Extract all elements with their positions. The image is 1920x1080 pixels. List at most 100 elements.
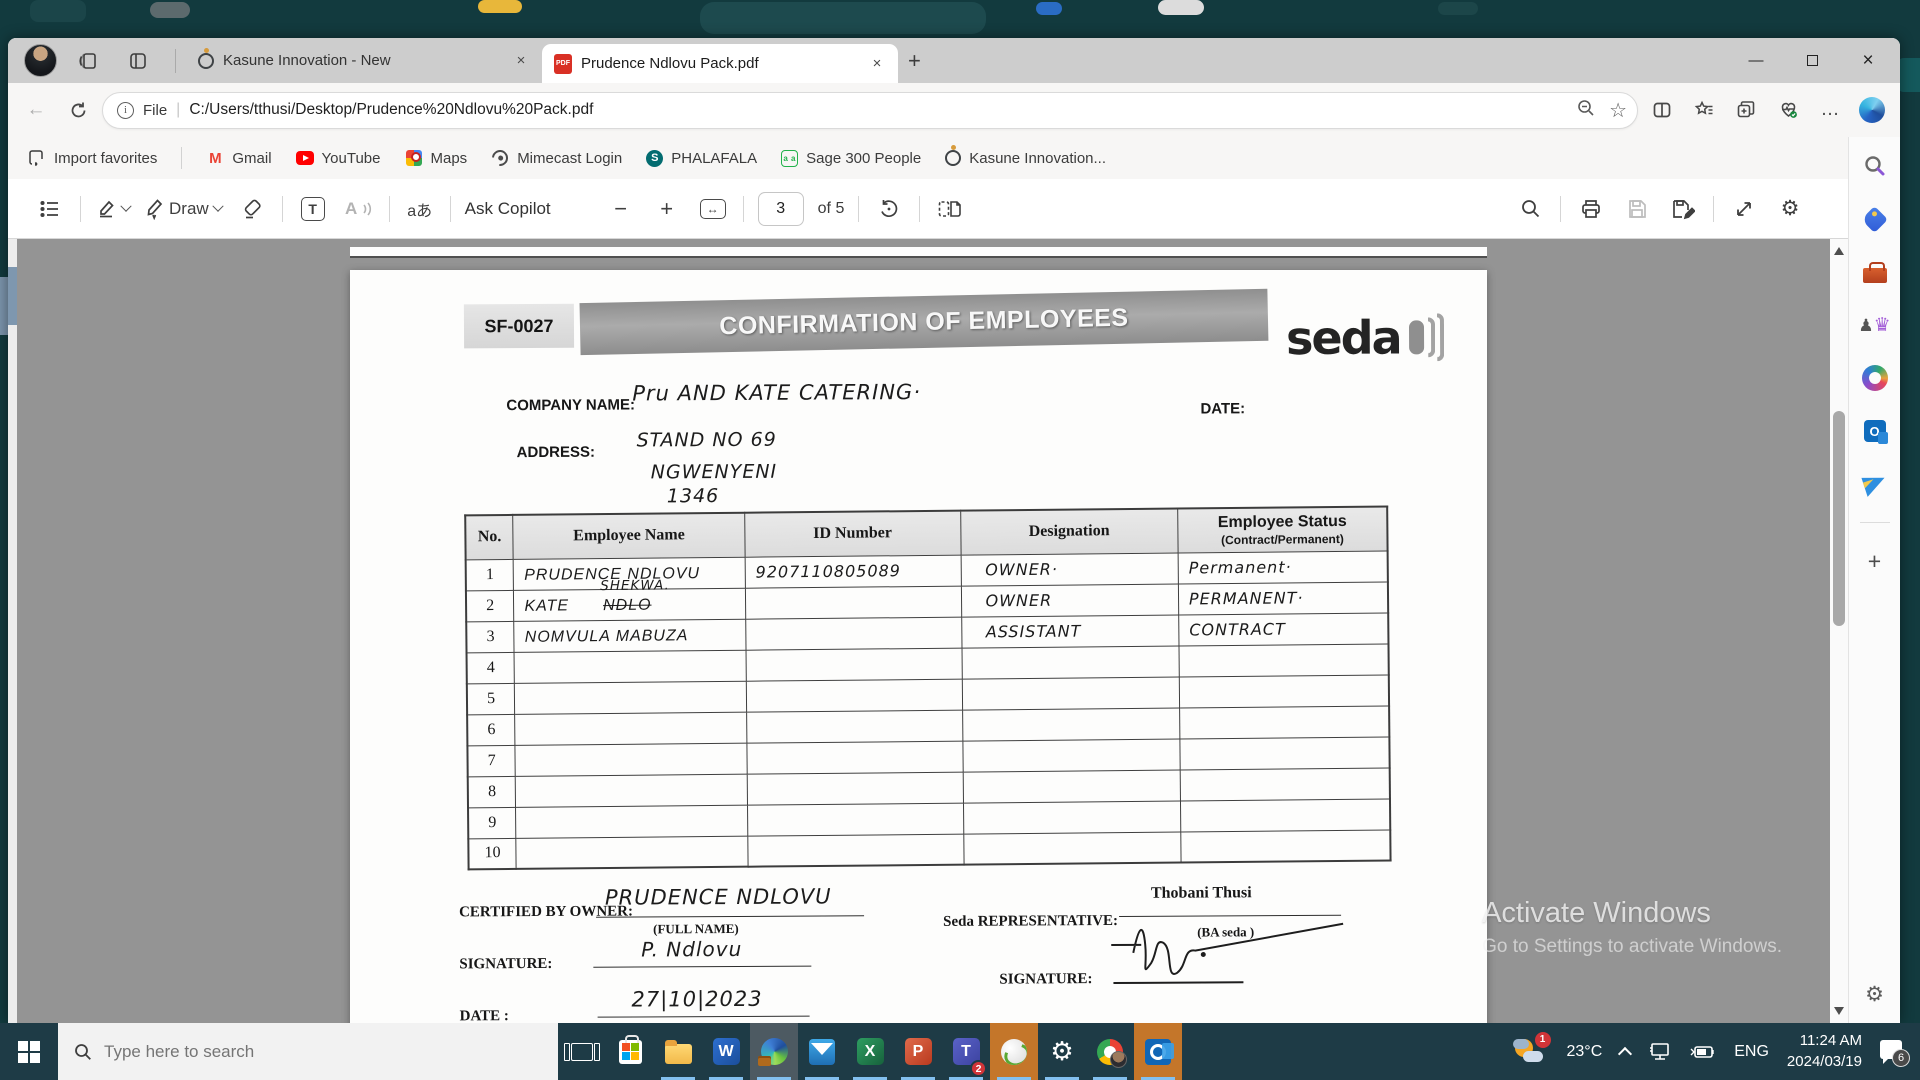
favorite-maps[interactable]: Maps [405,149,468,167]
browser-body: Import favorites M Gmail YouTube Maps [8,137,1900,1023]
temperature-label[interactable]: 23°C [1567,1043,1603,1061]
app-settings[interactable]: ⚙ [1038,1023,1086,1080]
favorite-sage-300-people[interactable]: a a Sage 300 People [781,150,921,167]
save-icon[interactable] [1621,191,1653,227]
refresh-icon[interactable] [60,93,96,127]
favorite-gmail[interactable]: M Gmail [206,149,271,167]
network-icon[interactable] [1648,1042,1672,1062]
favorites-icon[interactable] [1686,93,1722,127]
app-chrome[interactable] [1086,1023,1134,1080]
app-teams[interactable]: T 2 [942,1023,990,1080]
close-window-button[interactable]: × [1840,38,1896,83]
full-name-label: (FULL NAME) [653,921,739,937]
split-screen-icon[interactable] [1644,93,1680,127]
ask-copilot-button[interactable]: Ask Copilot [465,191,551,227]
tab-kasune-innovation[interactable]: Kasune Innovation - New × [186,38,542,83]
app-mail[interactable] [798,1023,846,1080]
favorite-phalafala[interactable]: S PHALAFALA [646,150,757,167]
task-view-button[interactable] [558,1023,606,1080]
print-icon[interactable] [1575,191,1607,227]
notification-badge: 6 [1892,1049,1910,1067]
pdf-scrollbar[interactable] [1830,239,1848,1023]
weather-icon[interactable]: 1 [1513,1037,1549,1067]
tab-actions-menu-icon[interactable] [121,44,155,78]
sidebar-search-icon[interactable] [1860,151,1890,181]
sidebar-customize-icon[interactable]: + [1860,546,1890,576]
maximize-button[interactable] [1784,38,1840,83]
windows-logo-icon [18,1041,40,1063]
page-info-icon[interactable]: i [117,102,134,119]
eraser-icon[interactable] [236,191,268,227]
sidebar-drop-icon[interactable] [1860,469,1890,499]
draw-tool-button[interactable]: Draw [144,191,222,227]
close-tab-icon[interactable]: × [866,53,888,75]
app-anyconnect[interactable] [990,1023,1038,1080]
battery-icon[interactable] [1690,1044,1716,1060]
minimize-button[interactable]: — [1728,38,1784,83]
favorite-youtube[interactable]: YouTube [296,149,381,167]
designation-cell [962,739,1180,772]
employee-name-cell [515,743,747,776]
page-view-icon[interactable] [934,191,966,227]
app-outlook[interactable] [1134,1023,1182,1080]
translate-icon[interactable]: aあ [404,191,436,227]
favorite-import-favorites[interactable]: Import favorites [28,149,157,167]
favorite-star-icon[interactable]: ☆ [1609,98,1627,123]
workspaces-icon[interactable] [71,44,105,78]
notification-center-icon[interactable]: 6 [1880,1040,1906,1064]
profile-avatar[interactable] [24,44,57,77]
weather-badge: 1 [1535,1032,1551,1048]
rotate-icon[interactable] [873,191,905,227]
app-microsoft-store[interactable] [606,1023,654,1080]
tab-pdf-active[interactable]: PDF Prudence Ndlovu Pack.pdf × [542,44,898,83]
taskbar-search-box[interactable] [58,1023,558,1080]
fit-to-width-icon[interactable]: ↔ [697,191,729,227]
zoom-in-icon[interactable]: + [651,191,683,227]
employee-name-cell [516,774,748,807]
back-icon[interactable]: ← [18,93,54,127]
url-text[interactable]: C:/Users/tthusi/Desktop/Prudence%20Ndlov… [189,101,1567,119]
left-scroll-thumb[interactable] [8,267,17,325]
save-as-icon[interactable] [1667,191,1699,227]
highlighter-tool-button[interactable] [95,191,130,227]
app-excel[interactable]: X [846,1023,894,1080]
table-of-contents-icon[interactable] [34,191,66,227]
form-code-box: SF-0027 [464,304,574,349]
app-edge[interactable] [750,1023,798,1080]
sidebar-shopping-icon[interactable] [1860,204,1890,234]
zoom-out-icon[interactable]: − [605,191,637,227]
close-tab-icon[interactable]: × [510,50,532,72]
zoom-out-page-icon[interactable] [1576,98,1596,123]
sidebar-microsoft365-icon[interactable] [1860,363,1890,393]
tray-expand-icon[interactable] [1618,1047,1632,1061]
settings-more-icon[interactable]: … [1812,93,1848,127]
app-word[interactable]: W [702,1023,750,1080]
app-powerpoint[interactable]: P [894,1023,942,1080]
scrollbar-thumb[interactable] [1833,411,1845,626]
copilot-icon[interactable] [1854,93,1890,127]
scroll-up-icon[interactable] [1834,247,1844,255]
sidebar-settings-gear-icon[interactable]: ⚙ [1865,982,1884,1007]
scroll-down-icon[interactable] [1834,1007,1844,1015]
browser-essentials-icon[interactable] [1770,93,1806,127]
page-number-input[interactable] [758,192,804,226]
sidebar-games-icon[interactable]: ♟♛ [1860,310,1890,340]
favorite-mimecast[interactable]: Mimecast Login [491,149,622,167]
sidebar-tools-icon[interactable] [1860,257,1890,287]
collections-icon[interactable] [1728,93,1764,127]
address-bar[interactable]: i File | C:/Users/tthusi/Desktop/Prudenc… [102,92,1638,129]
sidebar-outlook-icon[interactable]: O [1860,416,1890,446]
clock[interactable]: 11:24 AM 2024/03/19 [1787,1031,1862,1072]
language-indicator[interactable]: ENG [1734,1043,1769,1061]
new-tab-button[interactable]: + [908,48,921,74]
app-file-explorer[interactable] [654,1023,702,1080]
start-button[interactable] [0,1023,58,1080]
pdf-viewer-area[interactable]: SF-0027 CONFIRMATION OF EMPLOYEES seda C… [8,239,1848,1023]
read-aloud-icon[interactable]: A [343,191,375,227]
favorite-kasune-innovation[interactable]: Kasune Innovation... [945,150,1106,167]
full-screen-icon[interactable] [1728,191,1760,227]
search-document-icon[interactable] [1514,191,1546,227]
pdf-settings-gear-icon[interactable]: ⚙ [1774,191,1806,227]
add-text-icon[interactable]: T [297,191,329,227]
taskbar-search-input[interactable] [104,1042,542,1062]
